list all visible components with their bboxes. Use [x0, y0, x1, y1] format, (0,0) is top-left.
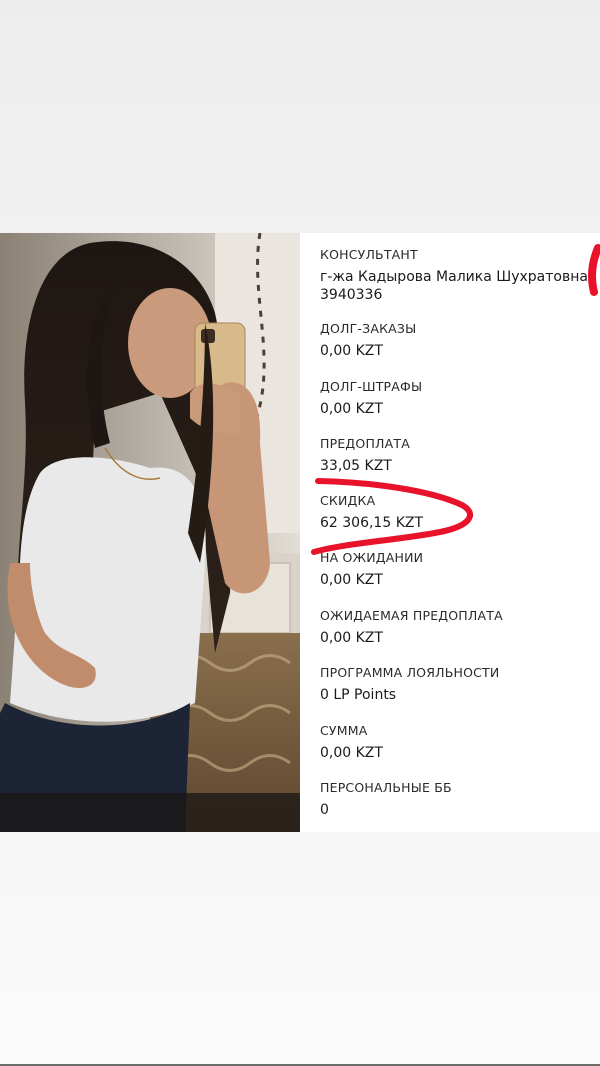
field-consultant: КОНСУЛЬТАНТ г-жа Кадырова Малика Шухрато… [320, 247, 592, 304]
field-loyalty-program: ПРОГРАММА ЛОЯЛЬНОСТИ 0 LP Points [320, 665, 592, 704]
bottom-blank-area [0, 832, 600, 1066]
field-sum: СУММА 0,00 KZT [320, 723, 592, 762]
field-discount: СКИДКА 62 306,15 KZT [320, 493, 592, 532]
field-value: 0 [320, 802, 329, 818]
field-value: 0,00 KZT [320, 572, 383, 588]
field-value: 0,00 KZT [320, 745, 383, 761]
field-label: КОНСУЛЬТАНТ [320, 247, 418, 262]
field-label: СКИДКА [320, 493, 376, 508]
field-label: ДОЛГ-ШТРАФЫ [320, 379, 423, 394]
field-value: 33,05 KZT [320, 458, 392, 474]
field-expected-prepayment: ОЖИДАЕМАЯ ПРЕДОПЛАТА 0,00 KZT [320, 608, 592, 647]
field-prepayment: ПРЕДОПЛАТА 33,05 KZT [320, 436, 592, 475]
top-blank-area [0, 0, 600, 233]
field-label: ПРОГРАММА ЛОЯЛЬНОСТИ [320, 665, 500, 680]
field-value: 0 LP Points [320, 687, 397, 703]
field-value: 62 306,15 KZT [320, 515, 424, 531]
field-personal-bb: ПЕРСОНАЛЬНЫЕ ББ 0 [320, 780, 592, 819]
account-panel: КОНСУЛЬТАНТ г-жа Кадырова Малика Шухрато… [300, 233, 600, 832]
field-label: ДОЛГ-ЗАКАЗЫ [320, 321, 417, 336]
selfie-photo [0, 233, 300, 832]
field-value: 0,00 KZT [320, 401, 383, 417]
field-value: 0,00 KZT [320, 630, 383, 646]
field-debt-fines: ДОЛГ-ШТРАФЫ 0,00 KZT [320, 379, 592, 418]
field-label: НА ОЖИДАНИИ [320, 550, 424, 565]
field-label: ОЖИДАЕМАЯ ПРЕДОПЛАТА [320, 608, 503, 623]
field-label: ПРЕДОПЛАТА [320, 436, 410, 451]
field-debt-orders: ДОЛГ-ЗАКАЗЫ 0,00 KZT [320, 321, 592, 360]
field-label: СУММА [320, 723, 368, 738]
field-value-id: 3940336 [320, 287, 383, 303]
field-pending: НА ОЖИДАНИИ 0,00 KZT [320, 550, 592, 589]
field-value: г-жа Кадырова Малика Шухратовна [320, 269, 588, 285]
field-label: ПЕРСОНАЛЬНЫЕ ББ [320, 780, 452, 795]
field-value: 0,00 KZT [320, 343, 383, 359]
